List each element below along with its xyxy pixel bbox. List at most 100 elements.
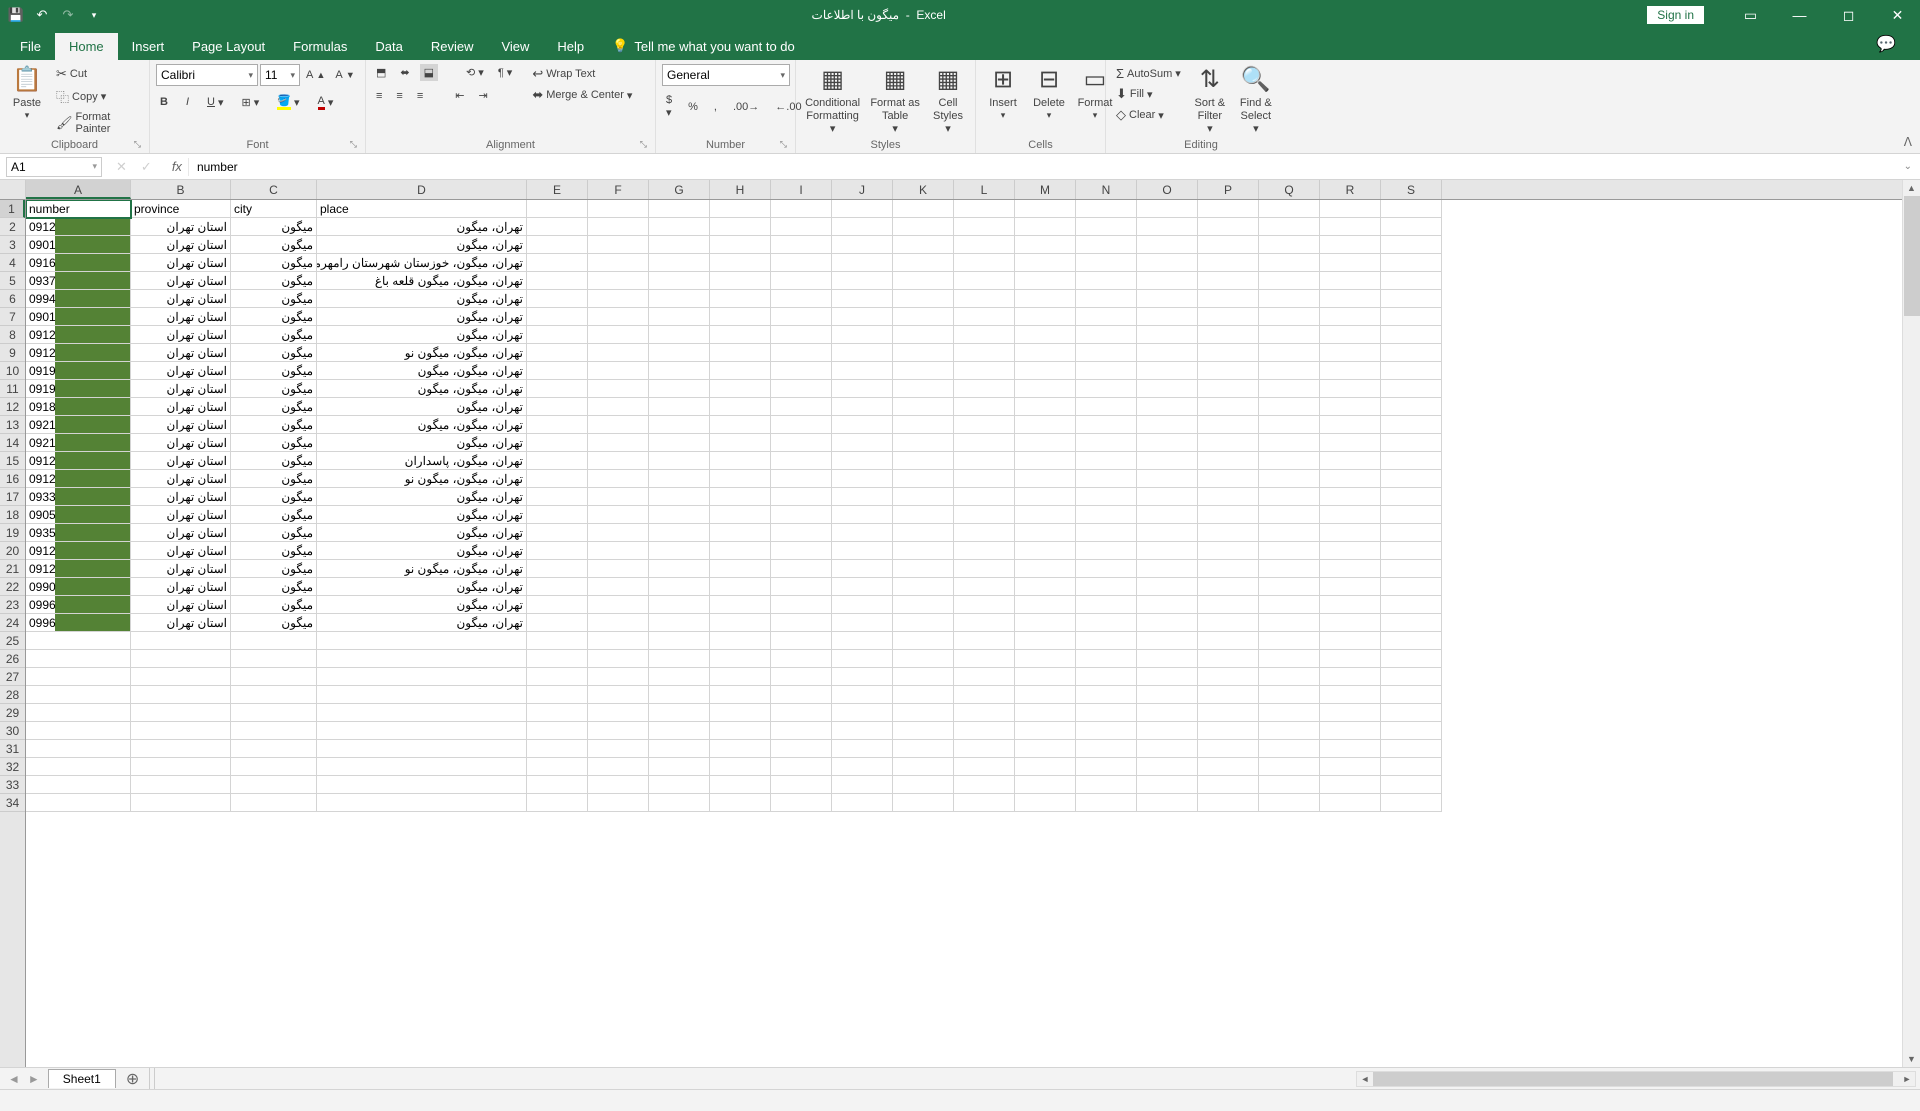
- cell-A29[interactable]: [26, 704, 131, 722]
- cell-F24[interactable]: [588, 614, 649, 632]
- cell-E13[interactable]: [527, 416, 588, 434]
- cell-K17[interactable]: [893, 488, 954, 506]
- scroll-thumb-h[interactable]: [1373, 1072, 1893, 1086]
- cell-L18[interactable]: [954, 506, 1015, 524]
- cell-F25[interactable]: [588, 632, 649, 650]
- cell-P19[interactable]: [1198, 524, 1259, 542]
- cell-G6[interactable]: [649, 290, 710, 308]
- cell-C32[interactable]: [231, 758, 317, 776]
- cell-M7[interactable]: [1015, 308, 1076, 326]
- cell-S2[interactable]: [1381, 218, 1442, 236]
- cell-J8[interactable]: [832, 326, 893, 344]
- cell-P30[interactable]: [1198, 722, 1259, 740]
- row-header-25[interactable]: 25: [0, 632, 25, 650]
- minimize-button[interactable]: —: [1777, 0, 1822, 30]
- cell-P14[interactable]: [1198, 434, 1259, 452]
- cell-M5[interactable]: [1015, 272, 1076, 290]
- cell-K7[interactable]: [893, 308, 954, 326]
- cell-H29[interactable]: [710, 704, 771, 722]
- cell-R23[interactable]: [1320, 596, 1381, 614]
- cell-R24[interactable]: [1320, 614, 1381, 632]
- cell-D10[interactable]: تهران، میگون، میگون: [317, 362, 527, 380]
- cell-E28[interactable]: [527, 686, 588, 704]
- cell-Q3[interactable]: [1259, 236, 1320, 254]
- cell-A33[interactable]: [26, 776, 131, 794]
- formula-input[interactable]: number: [188, 158, 1896, 176]
- enter-formula-icon[interactable]: ✓: [141, 159, 152, 175]
- cell-G30[interactable]: [649, 722, 710, 740]
- cell-E20[interactable]: [527, 542, 588, 560]
- cell-D33[interactable]: [317, 776, 527, 794]
- cell-K4[interactable]: [893, 254, 954, 272]
- cell-C24[interactable]: میگون: [231, 614, 317, 632]
- cell-R18[interactable]: [1320, 506, 1381, 524]
- row-header-10[interactable]: 10: [0, 362, 25, 380]
- row-header-9[interactable]: 9: [0, 344, 25, 362]
- align-center-button[interactable]: ≡: [392, 88, 406, 104]
- delete-cells-button[interactable]: ⊟Delete▾: [1028, 64, 1070, 123]
- cell-E30[interactable]: [527, 722, 588, 740]
- cell-I17[interactable]: [771, 488, 832, 506]
- cell-O20[interactable]: [1137, 542, 1198, 560]
- sheet-nav-next-icon[interactable]: ►: [28, 1072, 40, 1086]
- cell-B30[interactable]: [131, 722, 231, 740]
- cell-E16[interactable]: [527, 470, 588, 488]
- cell-L9[interactable]: [954, 344, 1015, 362]
- cell-G20[interactable]: [649, 542, 710, 560]
- cell-S21[interactable]: [1381, 560, 1442, 578]
- cell-S19[interactable]: [1381, 524, 1442, 542]
- cell-M21[interactable]: [1015, 560, 1076, 578]
- cell-N24[interactable]: [1076, 614, 1137, 632]
- cell-D9[interactable]: تهران، میگون، میگون نو: [317, 344, 527, 362]
- cell-D6[interactable]: تهران، میگون: [317, 290, 527, 308]
- cell-P23[interactable]: [1198, 596, 1259, 614]
- bold-button[interactable]: B: [156, 94, 172, 110]
- col-header-P[interactable]: P: [1198, 180, 1259, 199]
- row-header-6[interactable]: 6: [0, 290, 25, 308]
- cell-I6[interactable]: [771, 290, 832, 308]
- cell-B34[interactable]: [131, 794, 231, 812]
- cell-E24[interactable]: [527, 614, 588, 632]
- cell-O13[interactable]: [1137, 416, 1198, 434]
- font-size-combo[interactable]: 11: [260, 64, 300, 86]
- cell-B1[interactable]: province: [131, 200, 231, 218]
- cell-K26[interactable]: [893, 650, 954, 668]
- cell-L14[interactable]: [954, 434, 1015, 452]
- italic-button[interactable]: I: [182, 94, 193, 110]
- cell-C27[interactable]: [231, 668, 317, 686]
- cell-G5[interactable]: [649, 272, 710, 290]
- cell-Q15[interactable]: [1259, 452, 1320, 470]
- cell-G29[interactable]: [649, 704, 710, 722]
- cell-B7[interactable]: استان تهران: [131, 308, 231, 326]
- row-header-31[interactable]: 31: [0, 740, 25, 758]
- cell-C30[interactable]: [231, 722, 317, 740]
- cell-K18[interactable]: [893, 506, 954, 524]
- scroll-up-icon[interactable]: ▲: [1903, 180, 1920, 196]
- cell-E27[interactable]: [527, 668, 588, 686]
- cell-E3[interactable]: [527, 236, 588, 254]
- cell-H23[interactable]: [710, 596, 771, 614]
- cell-G10[interactable]: [649, 362, 710, 380]
- cell-E19[interactable]: [527, 524, 588, 542]
- cell-N34[interactable]: [1076, 794, 1137, 812]
- col-header-O[interactable]: O: [1137, 180, 1198, 199]
- cell-P10[interactable]: [1198, 362, 1259, 380]
- cell-J15[interactable]: [832, 452, 893, 470]
- cell-N28[interactable]: [1076, 686, 1137, 704]
- cell-B20[interactable]: استان تهران: [131, 542, 231, 560]
- cell-L17[interactable]: [954, 488, 1015, 506]
- cell-J3[interactable]: [832, 236, 893, 254]
- cell-B26[interactable]: [131, 650, 231, 668]
- cell-H33[interactable]: [710, 776, 771, 794]
- cell-R9[interactable]: [1320, 344, 1381, 362]
- cell-M14[interactable]: [1015, 434, 1076, 452]
- cell-M23[interactable]: [1015, 596, 1076, 614]
- cell-C19[interactable]: میگون: [231, 524, 317, 542]
- cell-R5[interactable]: [1320, 272, 1381, 290]
- cell-P13[interactable]: [1198, 416, 1259, 434]
- cell-K30[interactable]: [893, 722, 954, 740]
- cell-M25[interactable]: [1015, 632, 1076, 650]
- cell-I31[interactable]: [771, 740, 832, 758]
- cell-C1[interactable]: city: [231, 200, 317, 218]
- col-header-K[interactable]: K: [893, 180, 954, 199]
